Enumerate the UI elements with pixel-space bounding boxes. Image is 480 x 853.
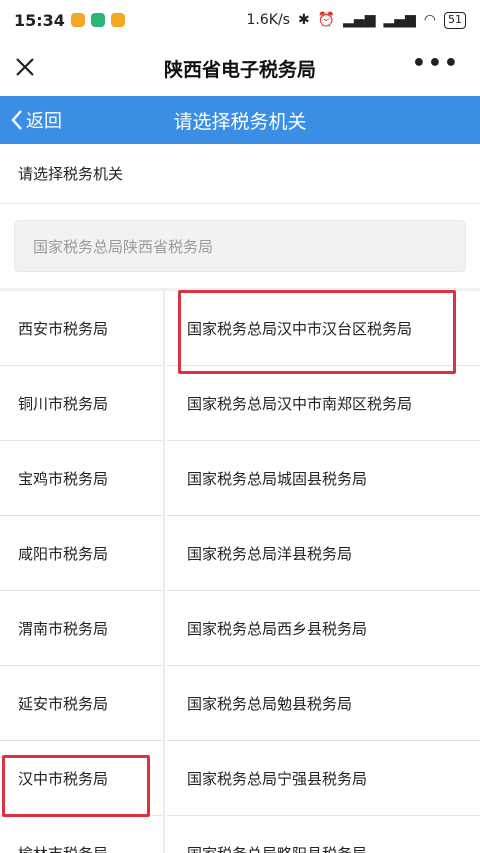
page-title: 陕西省电子税务局 <box>163 58 316 81</box>
list-item[interactable]: 国家税务总局城固县税务局 <box>167 441 480 516</box>
divider <box>0 203 480 204</box>
signal-icon: ▂▄▆ <box>383 12 416 28</box>
selected-tax-office-value: 国家税务总局陕西省税务局 <box>33 237 214 256</box>
list-item[interactable]: 宝鸡市税务局 <box>0 441 163 516</box>
alarm-icon: ⏰ <box>317 12 336 28</box>
nav-bar: 返回 请选择税务机关 <box>0 96 480 144</box>
app-notification-icon <box>90 13 105 27</box>
list-item[interactable]: 渭南市税务局 <box>0 591 163 666</box>
nav-title: 请选择税务机关 <box>173 110 307 133</box>
app-title-bar: 陕西省电子税务局 ••• <box>0 40 480 96</box>
back-button[interactable]: 返回 <box>10 96 62 144</box>
list-item[interactable]: 汉中市税务局 <box>0 741 163 816</box>
list-item[interactable]: 咸阳市税务局 <box>0 516 163 591</box>
list-item[interactable]: 国家税务总局汉中市南郑区税务局 <box>167 366 480 441</box>
app-notification-icon <box>110 13 125 27</box>
list-item[interactable]: 国家税务总局略阳县税务局 <box>167 816 480 853</box>
list-item[interactable]: 国家税务总局勉县税务局 <box>167 666 480 741</box>
list-item[interactable]: 延安市税务局 <box>0 666 163 741</box>
list-item[interactable]: 国家税务总局宁强县税务局 <box>167 741 480 816</box>
close-icon[interactable] <box>12 54 38 80</box>
list-item[interactable]: 榆林市税务局 <box>0 816 163 853</box>
list-item[interactable]: 国家税务总局汉中市汉台区税务局 <box>167 291 480 366</box>
list-item[interactable]: 西安市税务局 <box>0 291 163 366</box>
list-item[interactable]: 铜川市税务局 <box>0 366 163 441</box>
city-list: 西安市税务局 铜川市税务局 宝鸡市税务局 咸阳市税务局 渭南市税务局 延安市税务… <box>0 291 165 853</box>
status-bar: 15:34 1.6K/s ✱ ⏰ ▂▄▆ ▂▄▆ ◠ 51 <box>0 0 480 40</box>
battery-icon: 51 <box>444 11 466 29</box>
app-notification-icon <box>70 13 85 27</box>
district-list: 国家税务总局汉中市汉台区税务局 国家税务总局汉中市南郑区税务局 国家税务总局城固… <box>167 291 480 853</box>
signal-icon: ▂▄▆ <box>343 12 376 28</box>
back-label: 返回 <box>26 111 62 132</box>
status-time: 15:34 <box>14 10 65 30</box>
selected-tax-office-field[interactable]: 国家税务总局陕西省税务局 <box>14 220 466 272</box>
more-options-icon[interactable]: ••• <box>412 53 460 75</box>
section-label: 请选择税务机关 <box>18 165 124 183</box>
chevron-left-icon <box>11 110 22 130</box>
bluetooth-icon: ✱ <box>297 12 310 28</box>
network-speed: 1.6K/s <box>246 12 290 28</box>
list-item[interactable]: 国家税务总局洋县税务局 <box>167 516 480 591</box>
wifi-icon: ◠ <box>423 12 436 28</box>
list-item[interactable]: 国家税务总局西乡县税务局 <box>167 591 480 666</box>
